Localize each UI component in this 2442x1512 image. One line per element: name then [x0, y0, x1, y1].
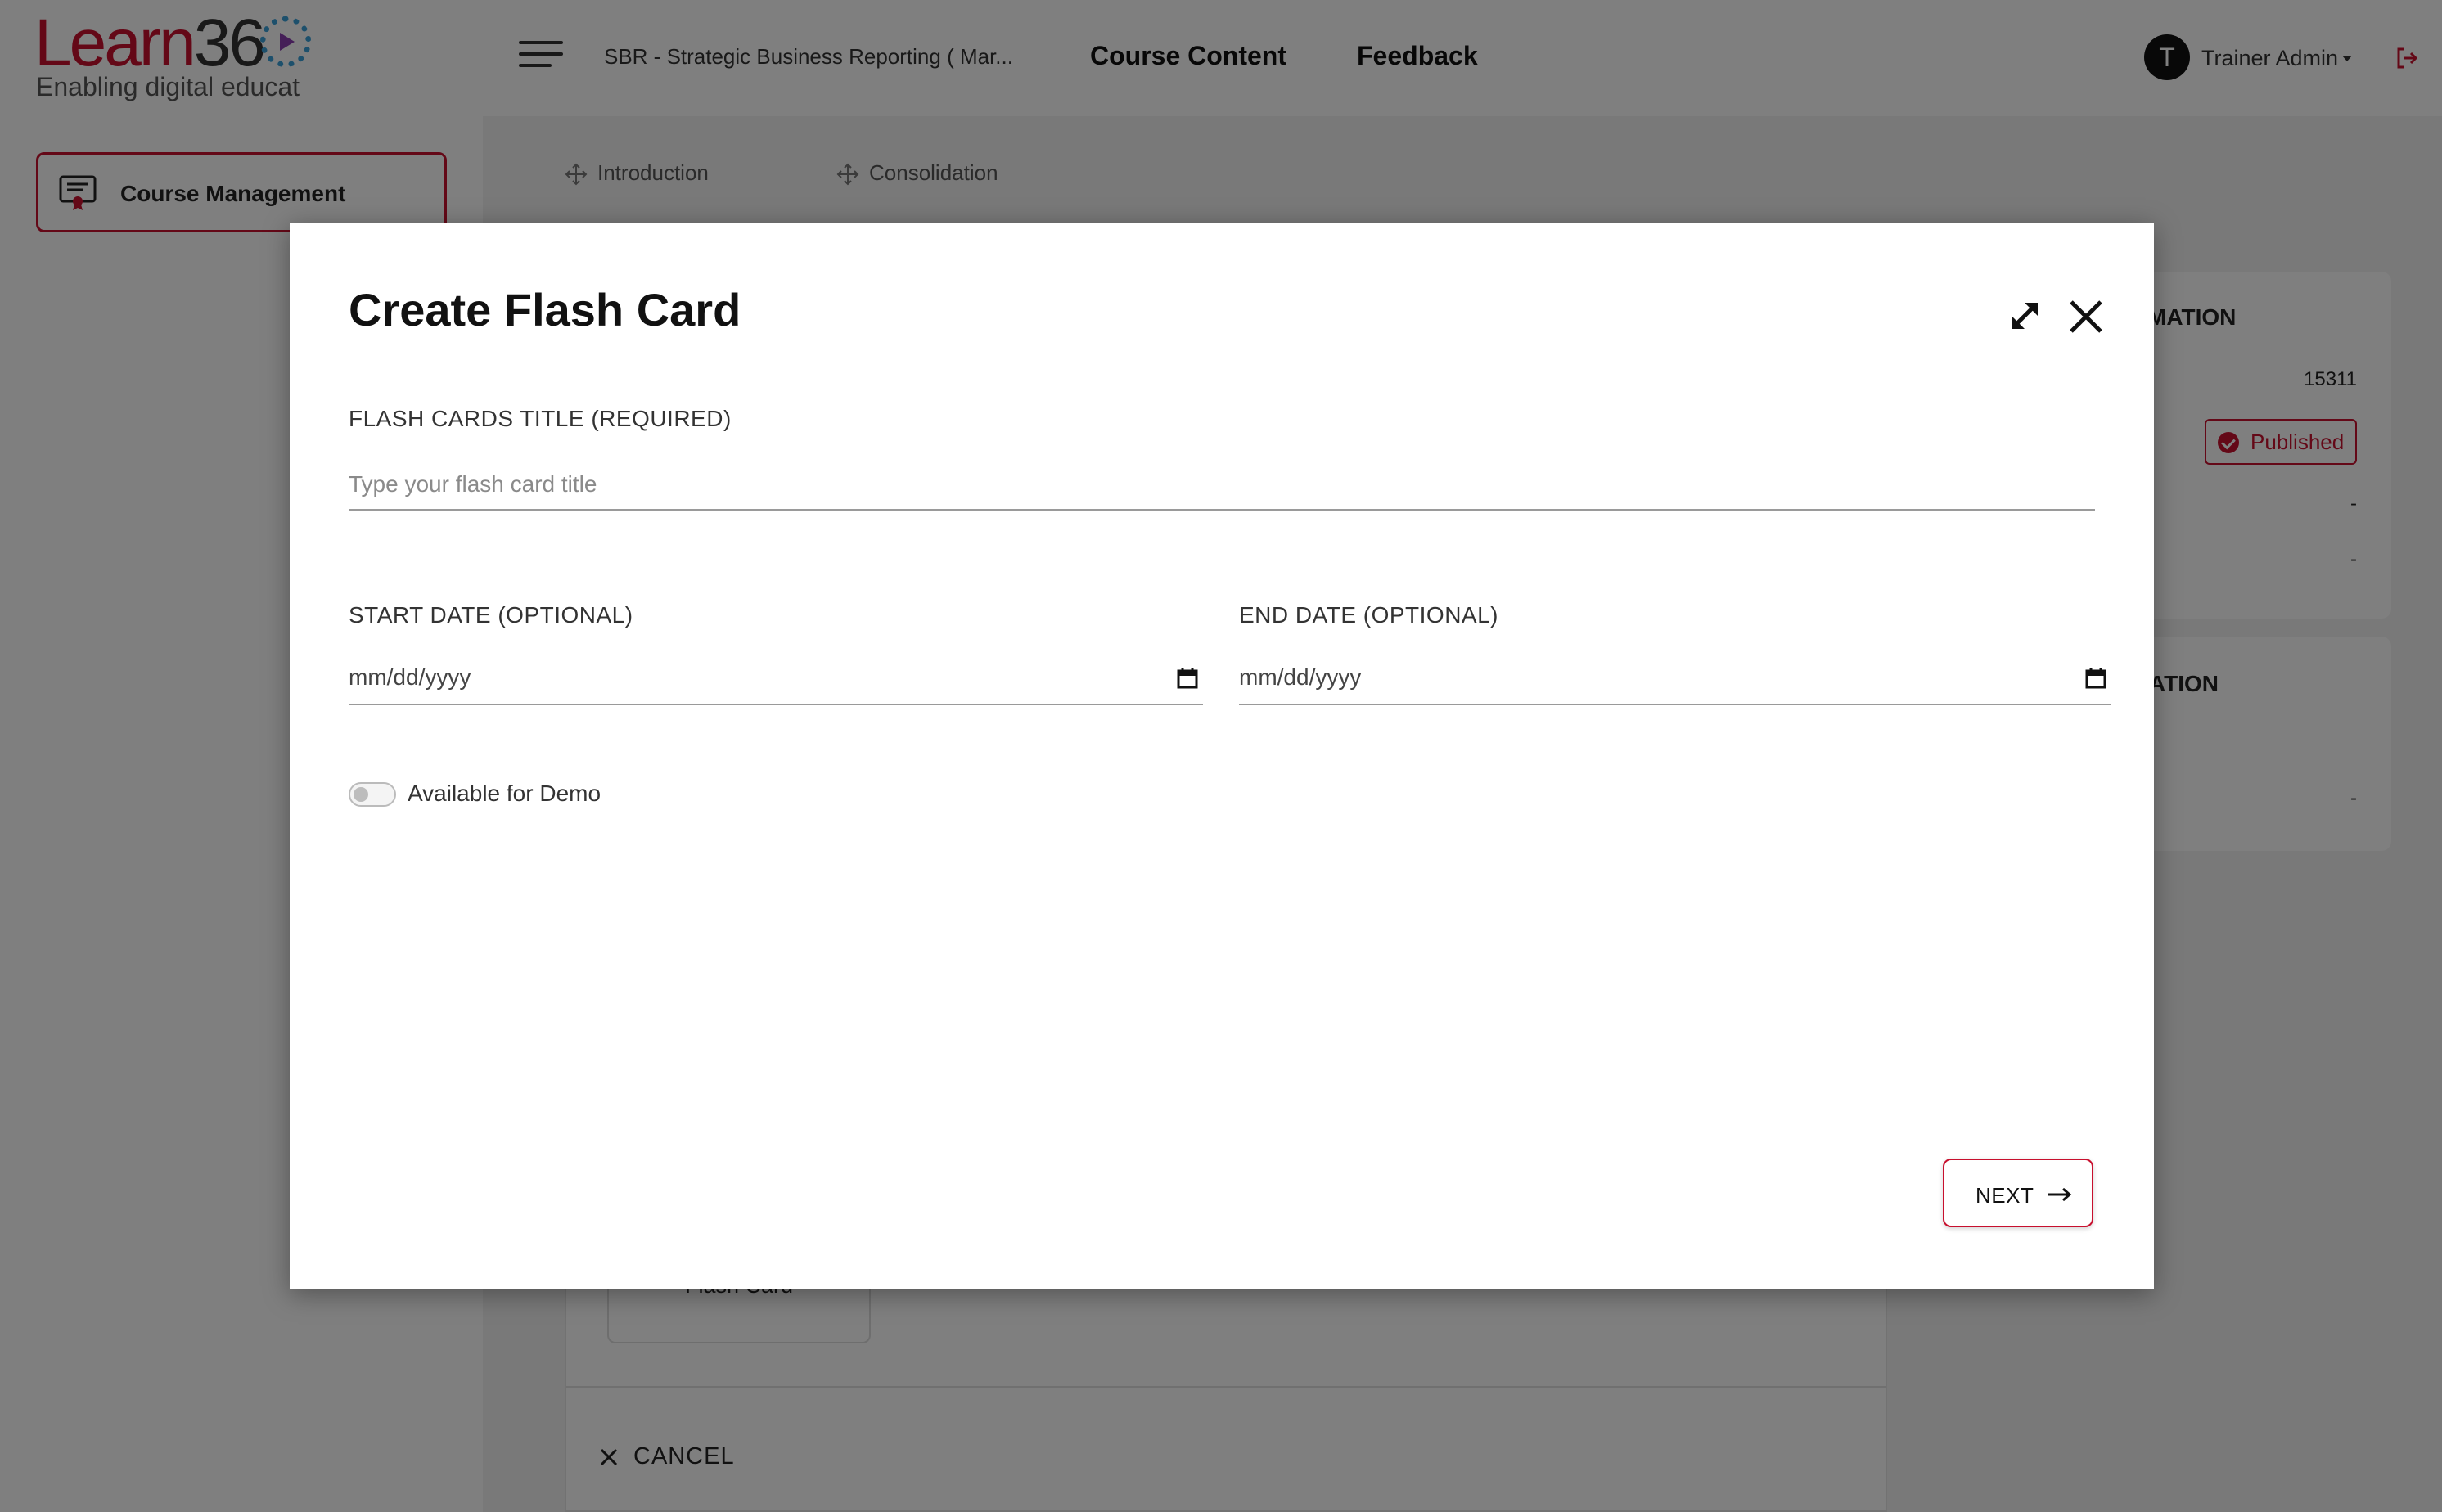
calendar-icon[interactable] — [1177, 668, 1198, 689]
next-button[interactable]: NEXT — [1943, 1159, 2093, 1227]
end-date-label: END DATE (OPTIONAL) — [1239, 602, 1499, 628]
arrow-right-icon — [2048, 1187, 2072, 1202]
available-for-demo-label: Available for Demo — [408, 781, 601, 806]
close-icon[interactable] — [2067, 298, 2105, 335]
flash-card-title-input[interactable] — [349, 468, 2095, 511]
available-for-demo-toggle[interactable] — [349, 782, 396, 807]
end-date-input[interactable]: mm/dd/yyyy — [1239, 648, 2111, 705]
flash-card-title-label: FLASH CARDS TITLE (REQUIRED) — [349, 406, 732, 431]
toggle-knob — [354, 787, 368, 802]
create-flash-card-dialog: Create Flash Card FLASH CARDS TITLE (REQ… — [290, 223, 2154, 1289]
start-date-label: START DATE (OPTIONAL) — [349, 602, 633, 628]
expand-icon[interactable] — [2007, 298, 2043, 334]
start-date-placeholder: mm/dd/yyyy — [349, 664, 471, 690]
start-date-input[interactable]: mm/dd/yyyy — [349, 648, 1203, 705]
dialog-title: Create Flash Card — [349, 284, 741, 335]
end-date-placeholder: mm/dd/yyyy — [1239, 664, 1362, 690]
calendar-icon[interactable] — [2085, 668, 2106, 689]
